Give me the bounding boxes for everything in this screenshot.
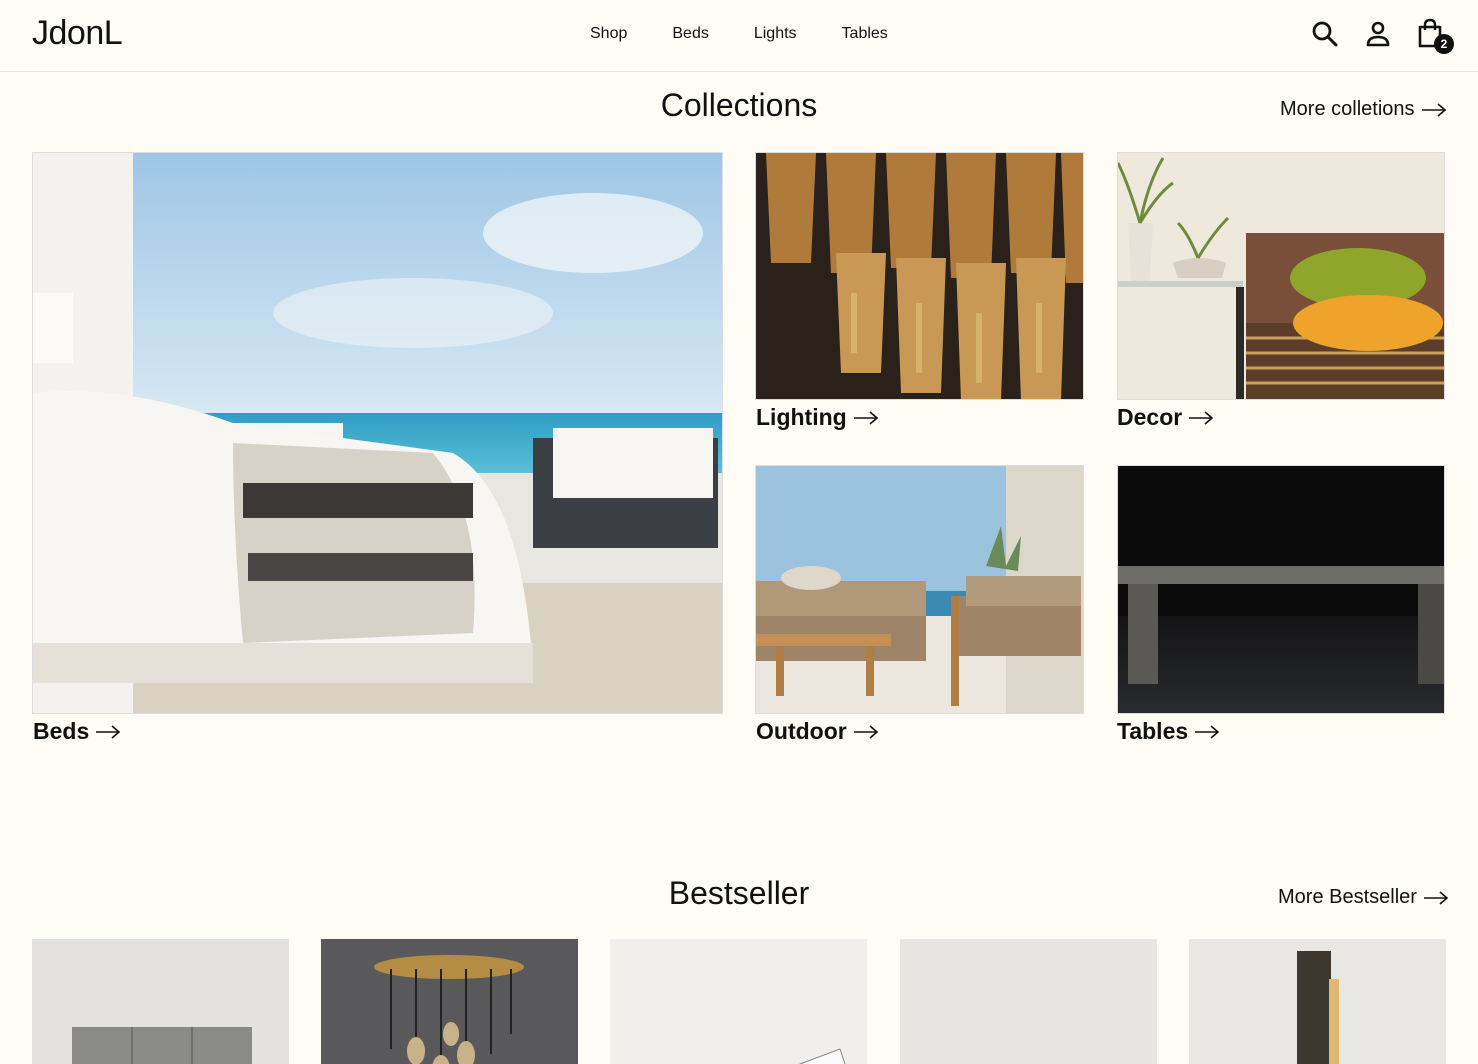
outdoor-label: Outdoor (756, 718, 847, 744)
bestseller-product-image[interactable] (1189, 939, 1446, 1064)
decor-label: Decor (1117, 404, 1183, 430)
lighting-collection-image[interactable] (755, 152, 1084, 400)
bestseller-product-image[interactable] (900, 939, 1157, 1064)
bestseller-title: Bestseller (668, 875, 810, 911)
arrow-right-icon (853, 724, 878, 739)
bestseller-product-image[interactable] (321, 939, 578, 1064)
tables-collection-link[interactable]: Tables (1117, 718, 1220, 745)
beds-collection-image[interactable] (32, 152, 723, 714)
arrow-right-icon (1195, 724, 1220, 739)
product-photo (610, 939, 867, 1064)
lighting-photo (756, 153, 1083, 399)
site-logo[interactable]: JdonL (32, 14, 123, 53)
beds-label: Beds (33, 718, 90, 744)
site-header: JdonL Shop Beds Lights Tables 2 (0, 0, 1478, 72)
tables-label: Tables (1117, 718, 1189, 744)
main-nav: Shop Beds Lights Tables (590, 25, 888, 43)
product-photo (32, 939, 289, 1064)
lighting-collection-link[interactable]: Lighting (756, 404, 879, 431)
bestseller-product-image[interactable] (32, 939, 289, 1064)
decor-collection-image[interactable] (1117, 152, 1445, 400)
arrow-right-icon (1421, 102, 1446, 117)
search-icon[interactable] (1310, 18, 1340, 50)
product-photo (321, 939, 578, 1064)
nav-beds[interactable]: Beds (672, 25, 708, 43)
arrow-right-icon (96, 724, 121, 739)
arrow-right-icon (853, 410, 878, 425)
more-collections-link[interactable]: More colletions (1280, 98, 1447, 121)
product-photo (900, 939, 1157, 1064)
beds-photo (33, 153, 722, 713)
outdoor-collection-link[interactable]: Outdoor (756, 718, 879, 745)
product-photo (1189, 939, 1446, 1064)
outdoor-photo (756, 466, 1083, 713)
beds-collection-link[interactable]: Beds (33, 718, 121, 745)
decor-collection-link[interactable]: Decor (1117, 404, 1214, 431)
cart-count-badge: 2 (1434, 34, 1454, 54)
nav-lights[interactable]: Lights (754, 25, 797, 43)
collections-title: Collections (660, 87, 818, 123)
tables-collection-image[interactable] (1117, 465, 1445, 714)
decor-photo (1118, 153, 1444, 399)
nav-tables[interactable]: Tables (842, 25, 888, 43)
nav-shop[interactable]: Shop (590, 25, 627, 43)
tables-photo (1118, 466, 1444, 713)
lighting-label: Lighting (756, 404, 847, 430)
more-bestseller-label: More Bestseller (1278, 886, 1417, 908)
outdoor-collection-image[interactable] (755, 465, 1084, 714)
arrow-right-icon (1189, 410, 1214, 425)
bestseller-product-image[interactable] (610, 939, 867, 1064)
more-collections-label: More colletions (1280, 98, 1415, 120)
more-bestseller-link[interactable]: More Bestseller (1278, 886, 1449, 909)
account-icon[interactable] (1363, 18, 1393, 50)
arrow-right-icon (1423, 890, 1449, 905)
